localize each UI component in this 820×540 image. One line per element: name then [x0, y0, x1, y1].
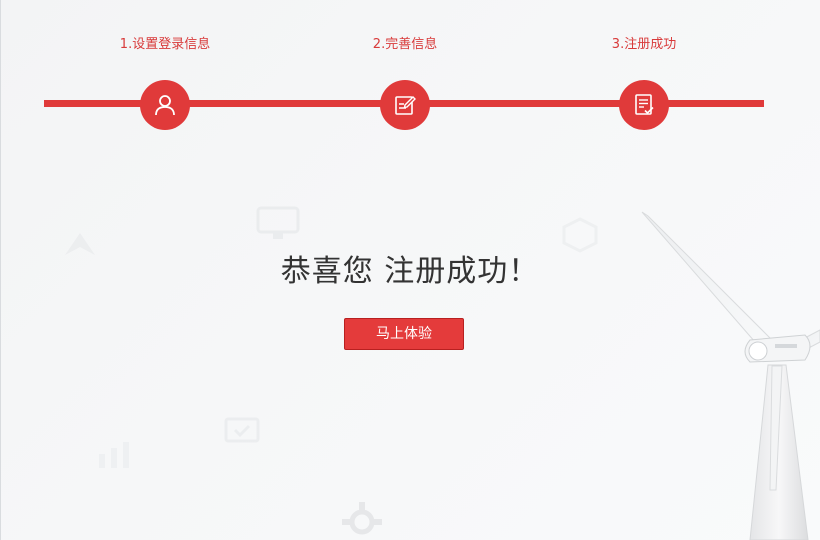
edit-form-icon: [395, 96, 416, 115]
wind-turbine-illustration: [641, 211, 820, 540]
user-icon: [155, 95, 175, 116]
step-circle: [380, 80, 430, 130]
step-label: 3.注册成功: [611, 37, 677, 52]
background-bars-icon: [99, 442, 129, 468]
background-monitor-icon: [256, 206, 300, 239]
document-check-icon: [635, 94, 654, 115]
step-label: 1.设置登录信息: [119, 37, 211, 52]
registration-steps: 1.设置登录信息 2.完善信息 3.注册成功: [0, 0, 820, 140]
start-experience-button[interactable]: 马上体验: [344, 318, 464, 350]
success-title: 恭喜您 注册成功！: [280, 254, 540, 289]
background-gear-icon: [342, 502, 382, 535]
background-cube-icon: [562, 217, 598, 253]
step-label: 2.完善信息: [372, 37, 438, 52]
step-circle: [619, 80, 669, 130]
step-circle: [140, 80, 190, 130]
background-screen-check-icon: [224, 417, 260, 443]
